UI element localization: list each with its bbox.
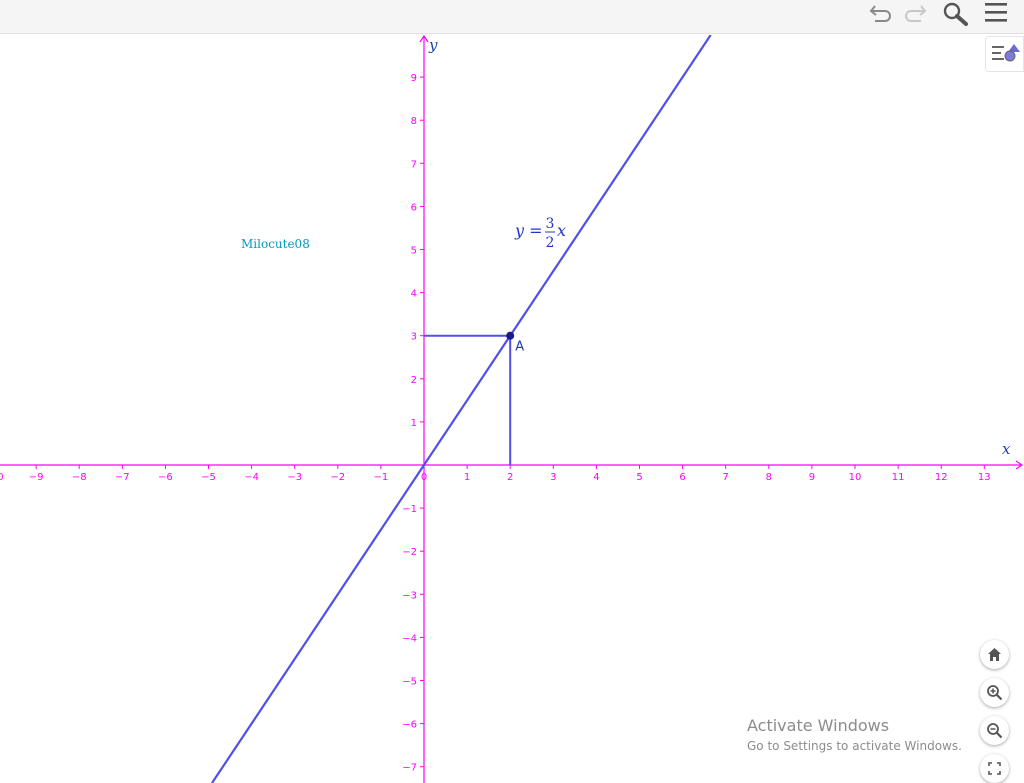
x-tick-label: −6 xyxy=(158,472,173,483)
graphics-view[interactable]: x y −10−9−8−7−6−5−4−3−2−1012345678910111… xyxy=(0,35,1024,783)
zoom-out-button[interactable] xyxy=(980,716,1009,745)
y-tick-label: 9 xyxy=(411,73,417,84)
x-tick-label: −2 xyxy=(330,472,345,483)
text-object-milocute08[interactable]: Milocute08 xyxy=(241,237,310,251)
search-icon[interactable] xyxy=(940,0,970,26)
y-tick-label: 3 xyxy=(411,332,417,343)
x-tick-label: 4 xyxy=(593,472,599,483)
menu-icon[interactable] xyxy=(982,0,1012,26)
x-tick-label: 2 xyxy=(507,472,513,483)
y-tick-label: 2 xyxy=(411,375,417,386)
x-tick-label: 1 xyxy=(464,472,470,483)
x-tick-label: −1 xyxy=(374,472,389,483)
x-tick-label: 5 xyxy=(636,472,642,483)
y-tick-group: −7 −6 −5 −4 −3 −2 −1 1 2 3 4 5 6 7 8 9 xyxy=(402,73,424,774)
equation-variable: x xyxy=(557,221,566,240)
x-tick-label: −7 xyxy=(115,472,130,483)
x-tick-label: 12 xyxy=(935,472,948,483)
x-tick-label: 6 xyxy=(679,472,685,483)
x-tick-label: 3 xyxy=(550,472,556,483)
zoom-out-icon xyxy=(987,723,1003,739)
line-y-equals-three-halves-x[interactable] xyxy=(211,35,712,783)
line-equation-label: y = 3 2 x xyxy=(514,216,566,251)
zoom-in-button[interactable] xyxy=(980,678,1009,707)
y-tick-label: 6 xyxy=(411,202,417,213)
equation-lhs: y = xyxy=(514,221,543,240)
y-tick-label: 7 xyxy=(411,159,417,170)
y-tick-label: 4 xyxy=(411,289,417,300)
y-tick-label: 5 xyxy=(411,246,417,257)
x-tick-group: −10−9−8−7−6−5−4−3−2−1012345678910111213 xyxy=(0,465,991,483)
redo-icon[interactable] xyxy=(900,0,928,26)
x-tick-label: 8 xyxy=(766,472,772,483)
point-a-label: A xyxy=(515,340,524,355)
x-tick-label: −5 xyxy=(201,472,216,483)
algebra-view-toggle[interactable] xyxy=(985,36,1024,72)
y-tick-label: −6 xyxy=(402,720,417,731)
y-tick-label: −5 xyxy=(402,677,417,688)
fullscreen-icon xyxy=(988,762,1001,775)
y-axis-label: y xyxy=(428,36,438,54)
y-tick-label: −1 xyxy=(402,504,417,515)
x-tick-label: −3 xyxy=(287,472,302,483)
x-tick-label: 13 xyxy=(978,472,991,483)
fraction-denominator: 2 xyxy=(546,235,555,251)
x-tick-label: −9 xyxy=(29,472,44,483)
undo-icon[interactable] xyxy=(868,0,896,26)
y-tick-label: 1 xyxy=(411,418,417,429)
x-tick-label: −8 xyxy=(72,472,87,483)
zoom-in-icon xyxy=(987,685,1003,701)
x-tick-label: 9 xyxy=(809,472,815,483)
y-tick-label: −2 xyxy=(402,547,417,558)
x-axis-label: x xyxy=(1002,440,1011,458)
y-tick-label: −7 xyxy=(402,763,417,774)
top-toolbar xyxy=(0,0,1024,34)
x-tick-label: 11 xyxy=(892,472,905,483)
x-tick-label: 0 xyxy=(421,472,427,483)
home-button[interactable] xyxy=(980,640,1009,669)
fraction-numerator: 3 xyxy=(546,216,555,232)
y-tick-label: −3 xyxy=(402,590,417,601)
x-tick-label: −10 xyxy=(0,472,4,483)
algebra-view-icon xyxy=(992,44,1020,62)
y-tick-label: 8 xyxy=(411,116,417,127)
y-tick-label: −4 xyxy=(402,633,417,644)
x-tick-label: −4 xyxy=(244,472,259,483)
home-icon xyxy=(988,648,1001,661)
x-tick-label: 7 xyxy=(723,472,729,483)
x-tick-label: 10 xyxy=(849,472,862,483)
fullscreen-button[interactable] xyxy=(980,754,1009,783)
point-a[interactable] xyxy=(506,331,515,340)
